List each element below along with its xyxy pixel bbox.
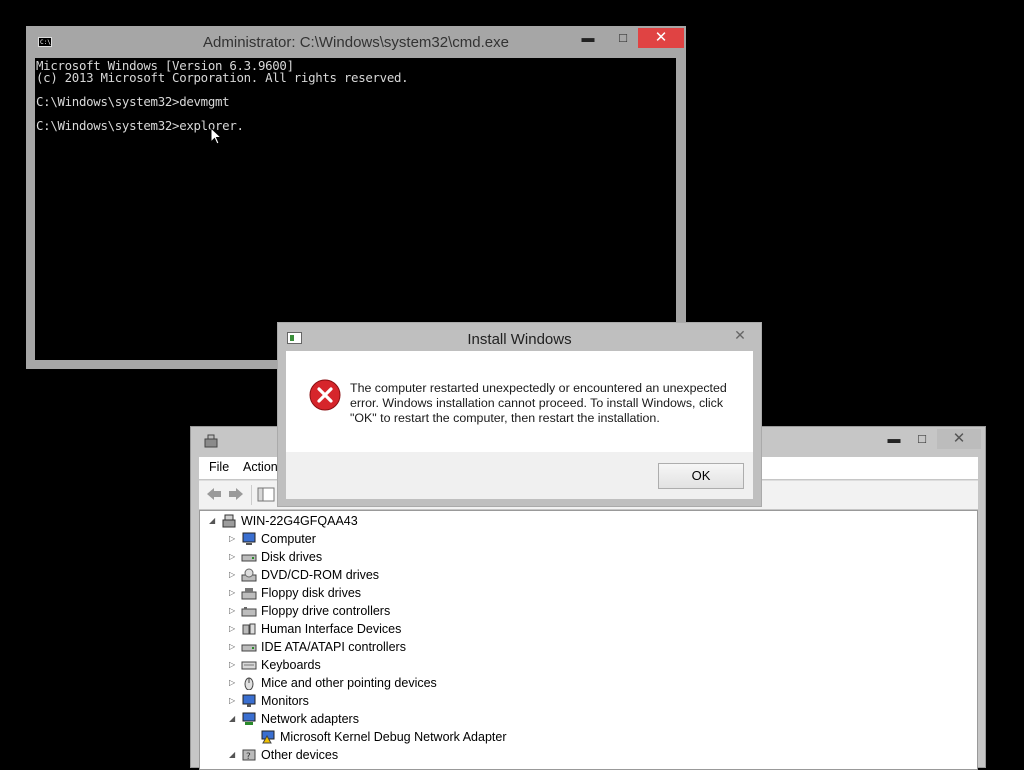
devmgr-close-button[interactable]: ✕ [937, 429, 981, 449]
computer-root-icon [222, 514, 236, 528]
monitor-icon [242, 694, 256, 707]
ide-controller-icon [241, 644, 257, 652]
toolbar-separator [251, 485, 252, 505]
tree-item-label: Floppy drive controllers [261, 604, 391, 618]
tree-item-label: Network adapters [261, 712, 359, 726]
svg-text:?: ? [246, 752, 251, 762]
expand-arrow-icon[interactable]: ▷ [229, 606, 239, 615]
tree-root-label: WIN-22G4GFQAA43 [241, 514, 358, 528]
expand-arrow-icon[interactable]: ▷ [229, 678, 239, 687]
error-message: The computer restarted unexpectedly or e… [350, 381, 727, 425]
expand-arrow-icon[interactable]: ▷ [229, 588, 239, 597]
other-devices-icon: ? [242, 749, 256, 762]
floppy-drive-icon [241, 588, 257, 600]
tree-item-label: Disk drives [261, 550, 323, 564]
dialog-body: The computer restarted unexpectedly or e… [286, 351, 753, 452]
expand-arrow-icon[interactable]: ▷ [229, 570, 239, 579]
devmgr-minimize-button[interactable]: ▬ [879, 429, 909, 449]
tree-item-label: Keyboards [261, 658, 321, 672]
tree-item-label: Human Interface Devices [261, 622, 402, 636]
collapse-arrow-icon[interactable]: ◢ [229, 750, 239, 759]
network-adapter-warning-icon [261, 730, 275, 744]
tree-item-label: IDE ATA/ATAPI controllers [261, 640, 406, 654]
error-icon [309, 379, 341, 411]
tree-item-label: DVD/CD-ROM drives [261, 568, 380, 582]
menu-action[interactable]: Action [243, 460, 278, 474]
expand-arrow-icon[interactable]: ▷ [229, 642, 239, 651]
devmgr-maximize-button[interactable]: □ [907, 429, 937, 449]
console-line: (c) 2013 Microsoft Corporation. All righ… [36, 70, 409, 85]
tree-item-label: Other devices [261, 748, 339, 762]
cmd-maximize-button[interactable]: □ [608, 28, 638, 48]
floppy-controller-icon [241, 607, 257, 617]
dialog-close-button[interactable]: ✕ [725, 325, 755, 345]
tree-item-label: Mice and other pointing devices [261, 676, 437, 690]
install-windows-dialog[interactable]: Install Windows ✕ The computer restarted… [277, 322, 762, 507]
cmd-minimize-button[interactable]: ▬ [573, 28, 603, 48]
forward-arrow-icon[interactable] [227, 486, 245, 502]
tree-item-label: Floppy disk drives [261, 586, 362, 600]
device-tree[interactable]: ◢ WIN-22G4GFQAA43 ▷ Computer ▷ Disk driv… [199, 510, 978, 770]
tree-item-label: Microsoft Kernel Debug Network Adapter [280, 730, 507, 744]
network-adapter-icon [242, 712, 256, 725]
collapse-arrow-icon[interactable]: ◢ [229, 714, 239, 723]
expand-arrow-icon[interactable]: ▷ [229, 696, 239, 705]
tree-item-label: Monitors [261, 694, 309, 708]
mouse-icon [244, 677, 254, 690]
device-manager-icon [204, 434, 218, 448]
back-arrow-icon[interactable] [205, 486, 223, 502]
cmd-console[interactable]: Microsoft Windows [Version 6.3.9600] (c)… [35, 58, 676, 360]
ok-button[interactable]: OK [658, 463, 744, 489]
computer-icon [242, 532, 256, 545]
collapse-arrow-icon[interactable]: ◢ [209, 516, 219, 525]
cmd-titlebar[interactable]: C:\ Administrator: C:\Windows\system32\c… [26, 26, 686, 58]
hid-icon [242, 623, 256, 635]
console-tree-icon[interactable] [257, 487, 275, 502]
disk-drive-icon [241, 554, 257, 562]
expand-arrow-icon[interactable]: ▷ [229, 552, 239, 561]
menu-file[interactable]: File [209, 460, 229, 474]
expand-arrow-icon[interactable]: ▷ [229, 660, 239, 669]
cmd-close-button[interactable]: ✕ [638, 28, 684, 48]
expand-arrow-icon[interactable]: ▷ [229, 534, 239, 543]
tree-item-label: Computer [261, 532, 316, 546]
dialog-title: Install Windows [467, 331, 572, 348]
mouse-cursor-icon [210, 127, 222, 145]
expand-arrow-icon[interactable]: ▷ [229, 624, 239, 633]
cmd-window[interactable]: C:\ Administrator: C:\Windows\system32\c… [26, 26, 686, 369]
dialog-footer: OK [286, 452, 753, 499]
console-line: C:\Windows\system32>devmgmt [36, 94, 230, 109]
dvd-drive-icon [241, 568, 257, 582]
keyboard-icon [241, 661, 257, 670]
